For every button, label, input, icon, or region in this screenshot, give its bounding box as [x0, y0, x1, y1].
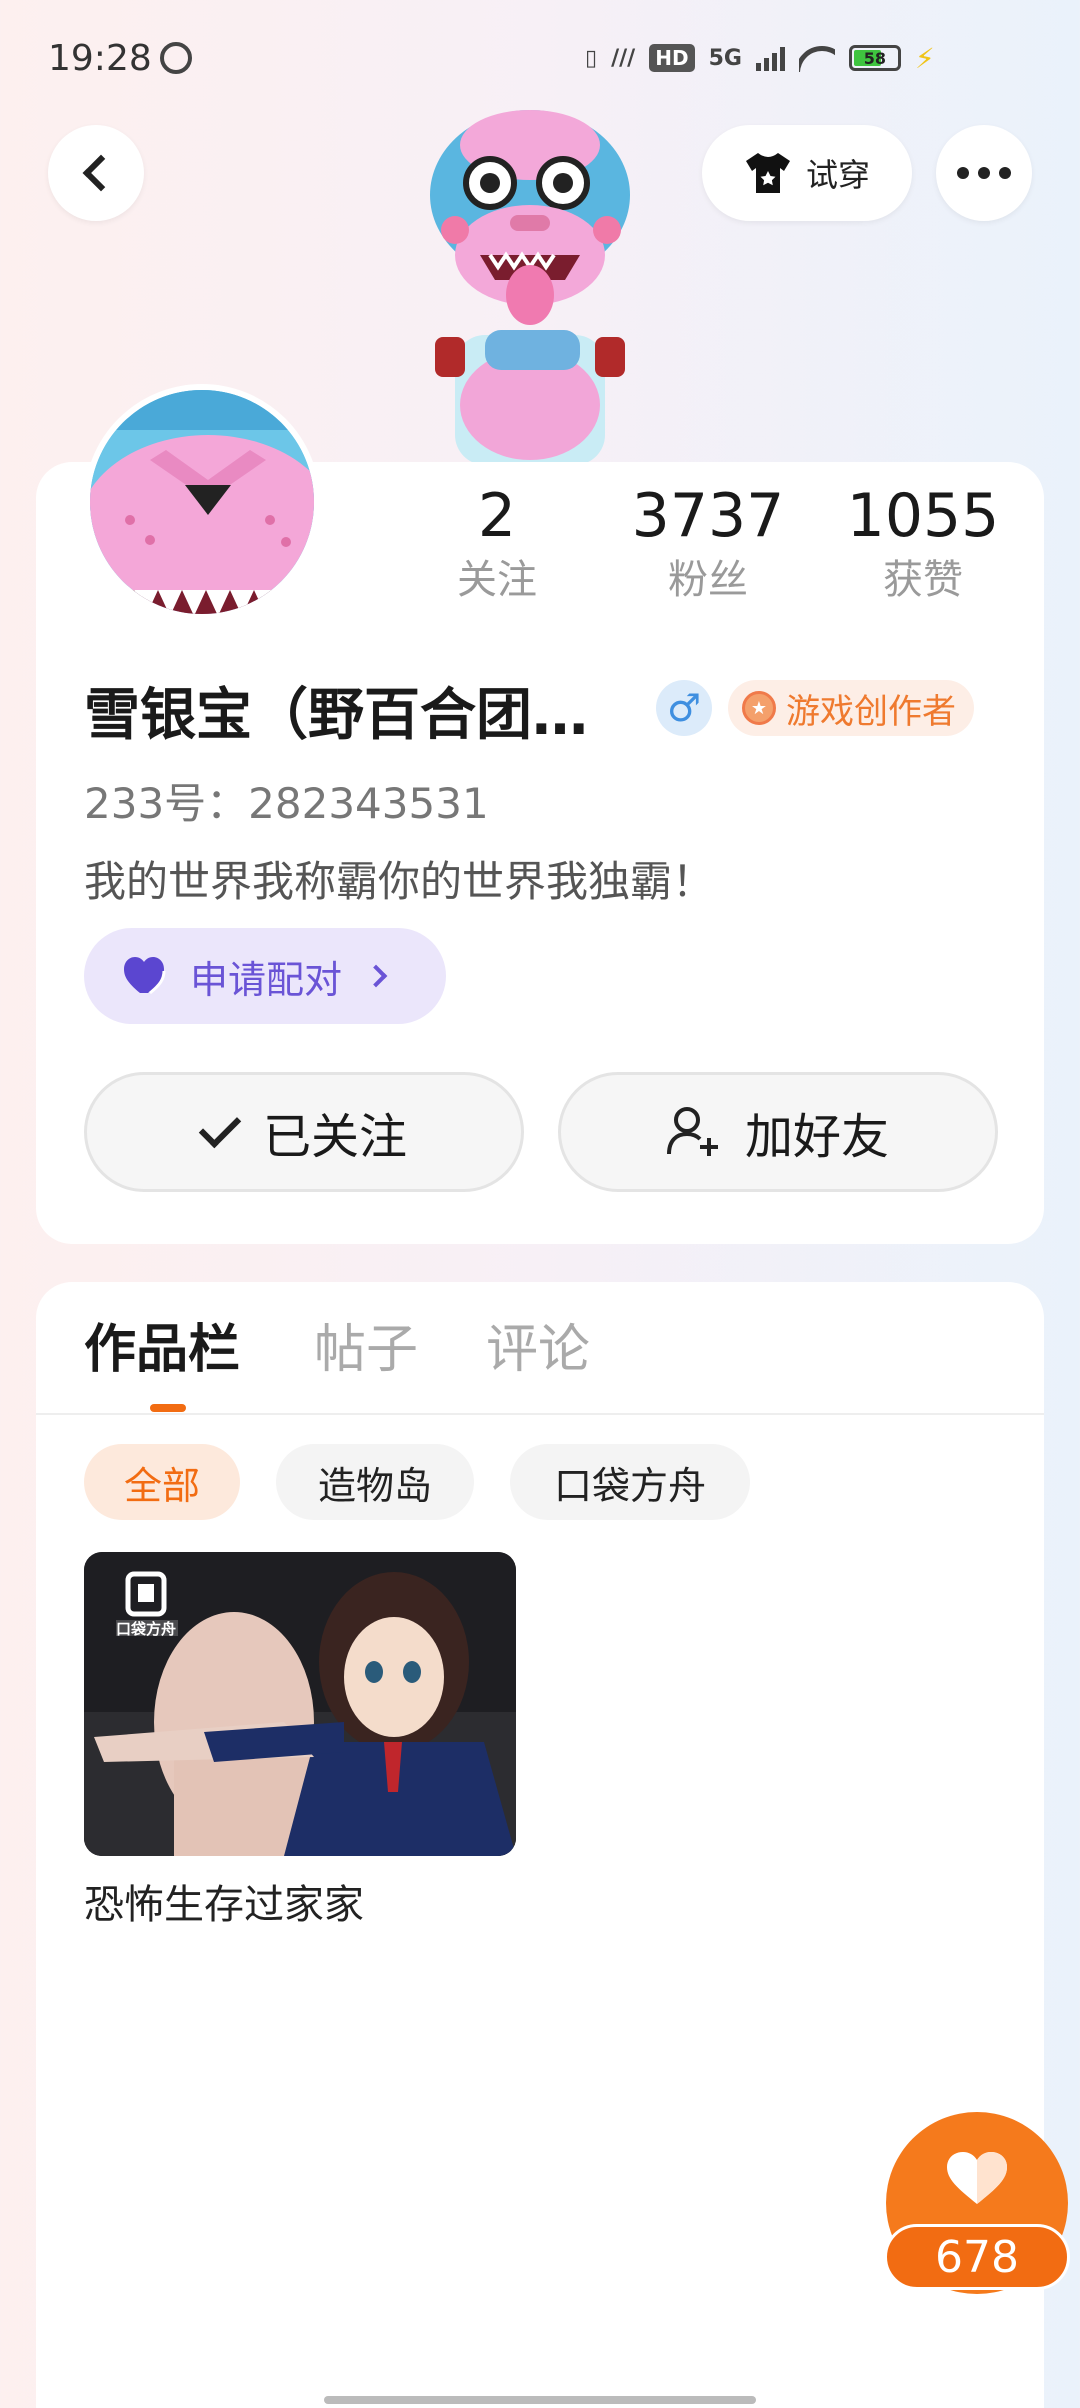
nickname: 雪银宝（野百合团…: [84, 683, 588, 748]
carrier-icon: ///: [611, 45, 636, 71]
add-friend-label: 加好友: [744, 1109, 889, 1165]
status-time: 19:28: [48, 38, 152, 79]
back-icon: [82, 154, 120, 192]
wifi-icon: [799, 44, 835, 72]
shirt-icon: [744, 151, 792, 195]
bio: 我的世界我称霸你的世界我独霸！: [84, 857, 715, 906]
follow-label: 已关注: [262, 1109, 407, 1165]
person-plus-icon: [666, 1107, 718, 1156]
tab-works[interactable]: 作品栏: [84, 1310, 240, 1390]
data-saver-icon: [160, 42, 192, 74]
game-title[interactable]: 恐怖生存过家家: [84, 1872, 364, 1930]
more-button[interactable]: [936, 125, 1032, 221]
tab-comments[interactable]: 评论: [486, 1310, 590, 1390]
signal-icon: [755, 45, 785, 71]
try-on-label: 试穿: [805, 156, 870, 194]
user-id[interactable]: 233号：282343531: [84, 770, 489, 831]
tab-divider: [36, 1413, 1044, 1415]
filter-all[interactable]: 全部: [84, 1444, 240, 1520]
charging-icon: ⚡: [914, 41, 935, 75]
match-request-label: 申请配对: [190, 957, 343, 1002]
chevron-right-icon: [364, 964, 388, 988]
vibrate-icon: ▯: [585, 45, 598, 71]
more-icon: [957, 167, 1011, 179]
likes-count: 1055: [846, 481, 1000, 551]
fans-count: 3737: [631, 481, 785, 551]
medal-icon: ★: [742, 691, 776, 725]
network-label: 5G: [708, 45, 742, 71]
status-icons: ▯ /// HD 5G 58 ⚡: [585, 40, 935, 76]
creator-badge[interactable]: ★ 游戏创作者: [728, 680, 974, 736]
tab-active-indicator: [150, 1404, 186, 1412]
following-label: 关注: [457, 557, 537, 603]
battery-icon: 58: [848, 45, 901, 71]
avatar[interactable]: [84, 384, 320, 620]
tab-posts[interactable]: 帖子: [314, 1310, 418, 1390]
battery-level: 58: [863, 48, 887, 68]
character-avatar-3d: [395, 105, 695, 465]
like-button[interactable]: 678: [884, 2112, 1070, 2294]
filter-pocket-ark[interactable]: 口袋方舟: [510, 1444, 750, 1520]
stat-likes[interactable]: 1055 获赞: [823, 480, 1023, 608]
male-icon: ♂: [656, 680, 712, 736]
follow-button[interactable]: 已关注: [84, 1072, 524, 1192]
game-thumbnail[interactable]: 口袋方舟: [84, 1552, 516, 1856]
hd-icon: HD: [649, 44, 695, 72]
status-bar: 19:28 ▯ /// HD 5G 58 ⚡: [0, 0, 1080, 120]
stat-following[interactable]: 2 关注: [397, 480, 597, 608]
heart-icon: [947, 2152, 1007, 2204]
following-count: 2: [477, 481, 517, 551]
stat-fans[interactable]: 3737 粉丝: [608, 480, 808, 608]
likes-label: 获赞: [883, 557, 963, 603]
fans-label: 粉丝: [668, 557, 748, 603]
add-friend-button[interactable]: 加好友: [558, 1072, 998, 1192]
creator-badge-label: 游戏创作者: [786, 691, 956, 732]
check-icon: [198, 1105, 242, 1149]
thumbnail-logo-text: 口袋方舟: [116, 1620, 177, 1638]
try-on-button[interactable]: 试穿: [702, 125, 912, 221]
heart-icon: [124, 957, 166, 995]
home-indicator[interactable]: [324, 2396, 756, 2404]
filter-creation-island[interactable]: 造物岛: [276, 1444, 474, 1520]
back-button[interactable]: [48, 125, 144, 221]
match-request-button[interactable]: 申请配对: [84, 928, 446, 1024]
like-count: 678: [884, 2224, 1070, 2290]
